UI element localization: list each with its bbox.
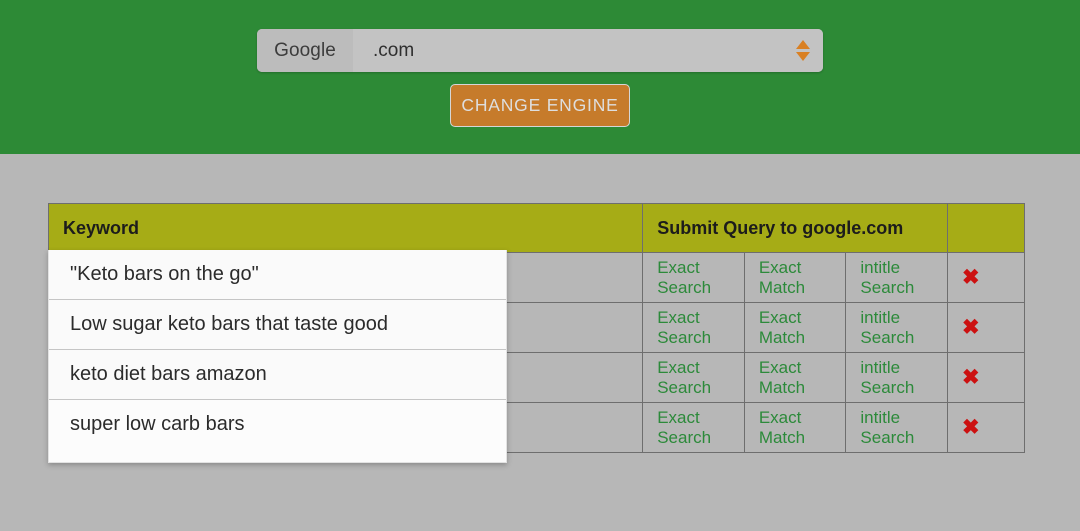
cell-exact-search[interactable]: Exact Search: [642, 402, 745, 453]
search-engine-select[interactable]: Google .com: [257, 29, 823, 72]
column-header-keyword: Keyword: [47, 203, 644, 253]
list-item[interactable]: "Keto bars on the go": [49, 250, 506, 300]
cell-exact-search[interactable]: Exact Search: [642, 252, 745, 303]
spinner-up-arrow-icon[interactable]: [796, 40, 810, 49]
cell-delete[interactable]: ✖: [947, 352, 1025, 403]
cell-exact-search[interactable]: Exact Search: [642, 352, 745, 403]
delete-x-icon[interactable]: ✖: [962, 267, 980, 288]
list-item[interactable]: keto diet bars amazon: [49, 350, 506, 400]
keyword-suggestion-overlay[interactable]: "Keto bars on the go" Low sugar keto bar…: [48, 250, 507, 463]
column-header-delete: [947, 203, 1025, 253]
cell-delete[interactable]: ✖: [947, 302, 1025, 353]
cell-intitle-search[interactable]: intitle Search: [845, 302, 948, 353]
cell-delete[interactable]: ✖: [947, 252, 1025, 303]
table-header: Keyword Submit Query to google.com: [47, 203, 1025, 253]
engine-tld-value[interactable]: .com: [353, 29, 783, 72]
cell-intitle-search[interactable]: intitle Search: [845, 352, 948, 403]
spinner-updown-icon[interactable]: [783, 29, 823, 72]
list-item[interactable]: Low sugar keto bars that taste good: [49, 300, 506, 350]
engine-selection-bar: Google .com CHANGE ENGINE: [0, 0, 1080, 154]
cell-exact-match[interactable]: Exact Match: [743, 302, 847, 353]
cell-exact-match[interactable]: Exact Match: [743, 402, 847, 453]
cell-delete[interactable]: ✖: [947, 402, 1025, 453]
column-header-submit-query: Submit Query to google.com: [642, 203, 948, 253]
cell-exact-match[interactable]: Exact Match: [743, 352, 847, 403]
cell-exact-match[interactable]: Exact Match: [743, 252, 847, 303]
delete-x-icon[interactable]: ✖: [962, 417, 980, 438]
change-engine-button[interactable]: CHANGE ENGINE: [450, 84, 630, 127]
delete-x-icon[interactable]: ✖: [962, 367, 980, 388]
list-item[interactable]: super low carb bars: [49, 400, 506, 462]
cell-intitle-search[interactable]: intitle Search: [845, 252, 948, 303]
cell-exact-search[interactable]: Exact Search: [642, 302, 745, 353]
spinner-down-arrow-icon[interactable]: [796, 52, 810, 61]
delete-x-icon[interactable]: ✖: [962, 317, 980, 338]
table-header-row: Keyword Submit Query to google.com: [47, 203, 1025, 253]
cell-intitle-search[interactable]: intitle Search: [845, 402, 948, 453]
engine-prefix-label: Google: [257, 29, 353, 72]
